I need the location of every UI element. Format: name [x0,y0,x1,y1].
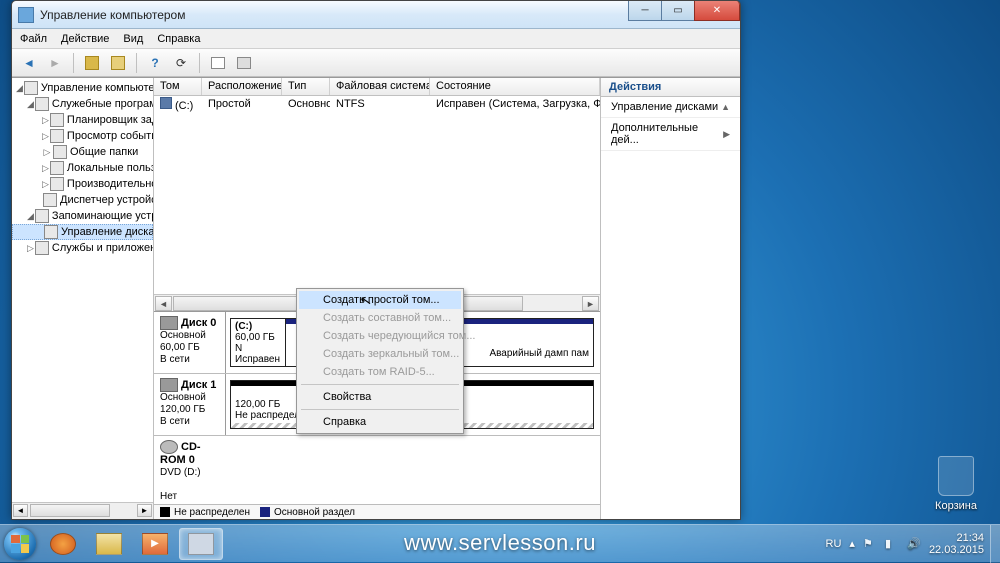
start-button[interactable] [0,525,40,563]
tree-shared-folders[interactable]: ▷Общие папки [12,144,153,160]
tree-event-viewer[interactable]: ▷Просмотр событий [12,128,153,144]
recycle-bin-label: Корзина [935,500,977,512]
legend-swatch-unalloc [160,507,170,517]
menu-file[interactable]: Файл [20,33,47,45]
ctx-new-striped-volume: Создать чередующийся том... [299,327,461,345]
help-button[interactable]: ? [144,52,166,74]
taskbar[interactable]: ▶ www.servlesson.ru RU ▴ ⚑ ▮ 🔊 21:3422.0… [0,524,1000,562]
ctx-new-raid5-volume: Создать том RAID-5... [299,363,461,381]
volume-grid-header[interactable]: Том Расположение Тип Файловая система Со… [154,78,600,96]
disk-icon [160,316,178,330]
flag-icon[interactable]: ⚑ [863,537,877,551]
menubar: Файл Действие Вид Справка [12,29,740,49]
settings-button[interactable] [233,52,255,74]
window-title: Управление компьютером [40,8,185,22]
ctx-properties[interactable]: Свойства [299,388,461,406]
system-tray[interactable]: RU ▴ ⚑ ▮ 🔊 21:3422.03.2015 [826,532,990,556]
volume-row-c[interactable]: (C:) Простой Основной NTFS Исправен (Сис… [154,96,600,112]
scroll-right-button[interactable]: ► [582,296,599,311]
nav-back-button[interactable]: ◄ [18,52,40,74]
ctx-separator [301,409,459,410]
tree-root[interactable]: ◢Управление компьютером (л [12,80,153,96]
properties-button[interactable] [107,52,129,74]
volume-icon [160,97,172,109]
refresh-button[interactable]: ⟳ [170,52,192,74]
col-type[interactable]: Тип [282,78,330,95]
minimize-button[interactable]: ─ [628,1,662,21]
network-icon[interactable]: ▮ [885,537,899,551]
tree-local-users[interactable]: ▷Локальные пользоват [12,160,153,176]
watermark: www.servlesson.ru [404,530,596,556]
toolbar: ◄ ► ? ⟳ [12,49,740,77]
cdrom-row[interactable]: CD-ROM 0 DVD (D:) Нет носителя [154,436,600,504]
navigation-tree[interactable]: ◢Управление компьютером (л ◢Служебные пр… [12,78,154,519]
clock[interactable]: 21:3422.03.2015 [929,532,984,556]
language-indicator[interactable]: RU [826,538,842,550]
ctx-new-spanned-volume: Создать составной том... [299,309,461,327]
cdrom-icon [160,440,178,454]
col-status[interactable]: Состояние [430,78,600,95]
trash-icon [938,456,974,496]
titlebar[interactable]: Управление компьютером ─ ▭ ✕ [12,1,740,29]
taskbar-firefox[interactable] [41,528,85,560]
tree-hscrollbar[interactable]: ◄ ► [12,502,153,519]
tree-services-apps[interactable]: ▷Службы и приложения [12,240,153,256]
disk-icon [160,378,178,392]
col-layout[interactable]: Расположение [202,78,282,95]
nav-forward-button[interactable]: ► [44,52,66,74]
col-volume[interactable]: Том [154,78,202,95]
tray-chevron-icon[interactable]: ▴ [849,537,855,550]
view-button[interactable] [207,52,229,74]
tree-storage[interactable]: ◢Запоминающие устрой [12,208,153,224]
tree-disk-management[interactable]: Управление дисками [12,224,153,240]
ctx-help[interactable]: Справка [299,413,461,431]
show-desktop-button[interactable] [990,525,1000,563]
close-button[interactable]: ✕ [694,1,740,21]
tree-task-scheduler[interactable]: ▷Планировщик заданий [12,112,153,128]
actions-pane: Действия Управление дисками▲ Дополнитель… [600,78,740,519]
volume-icon[interactable]: 🔊 [907,537,921,551]
menu-help[interactable]: Справка [157,33,200,45]
menu-action[interactable]: Действие [61,33,109,45]
disk1-info: Диск 1 Основной 120,00 ГБ В сети [154,374,226,435]
actions-more[interactable]: Дополнительные дей...▶ [601,118,740,151]
maximize-button[interactable]: ▭ [661,1,695,21]
recycle-bin[interactable]: Корзина [930,456,982,512]
cdrom-info: CD-ROM 0 DVD (D:) Нет носителя [154,436,226,504]
ctx-new-simple-volume[interactable]: Создать простой том... [299,291,461,309]
actions-disk-mgmt[interactable]: Управление дисками▲ [601,97,740,118]
app-icon [18,7,34,23]
taskbar-mediaplayer[interactable]: ▶ [133,528,177,560]
ctx-new-mirrored-volume: Создать зеркальный том... [299,345,461,363]
taskbar-explorer[interactable] [87,528,131,560]
ctx-separator [301,384,459,385]
disk0-vol-c[interactable]: (C:) 60,00 ГБ N Исправен [230,318,286,367]
tree-device-manager[interactable]: Диспетчер устройств [12,192,153,208]
taskbar-compmgmt[interactable] [179,528,223,560]
scroll-left-button[interactable]: ◄ [155,296,172,311]
disk0-info: Диск 0 Основной 60,00 ГБ В сети [154,312,226,373]
menu-view[interactable]: Вид [123,33,143,45]
context-menu: Создать простой том... Создать составной… [296,288,464,434]
up-button[interactable] [81,52,103,74]
col-fs[interactable]: Файловая система [330,78,430,95]
tree-system-tools[interactable]: ◢Служебные программы [12,96,153,112]
collapse-icon: ▲ [721,102,730,112]
tree-performance[interactable]: ▷Производительность [12,176,153,192]
submenu-icon: ▶ [723,129,730,140]
legend: Не распределен Основной раздел [154,504,600,519]
legend-swatch-primary [260,507,270,517]
computer-management-window: Управление компьютером ─ ▭ ✕ Файл Действ… [11,0,741,520]
actions-header: Действия [601,78,740,97]
